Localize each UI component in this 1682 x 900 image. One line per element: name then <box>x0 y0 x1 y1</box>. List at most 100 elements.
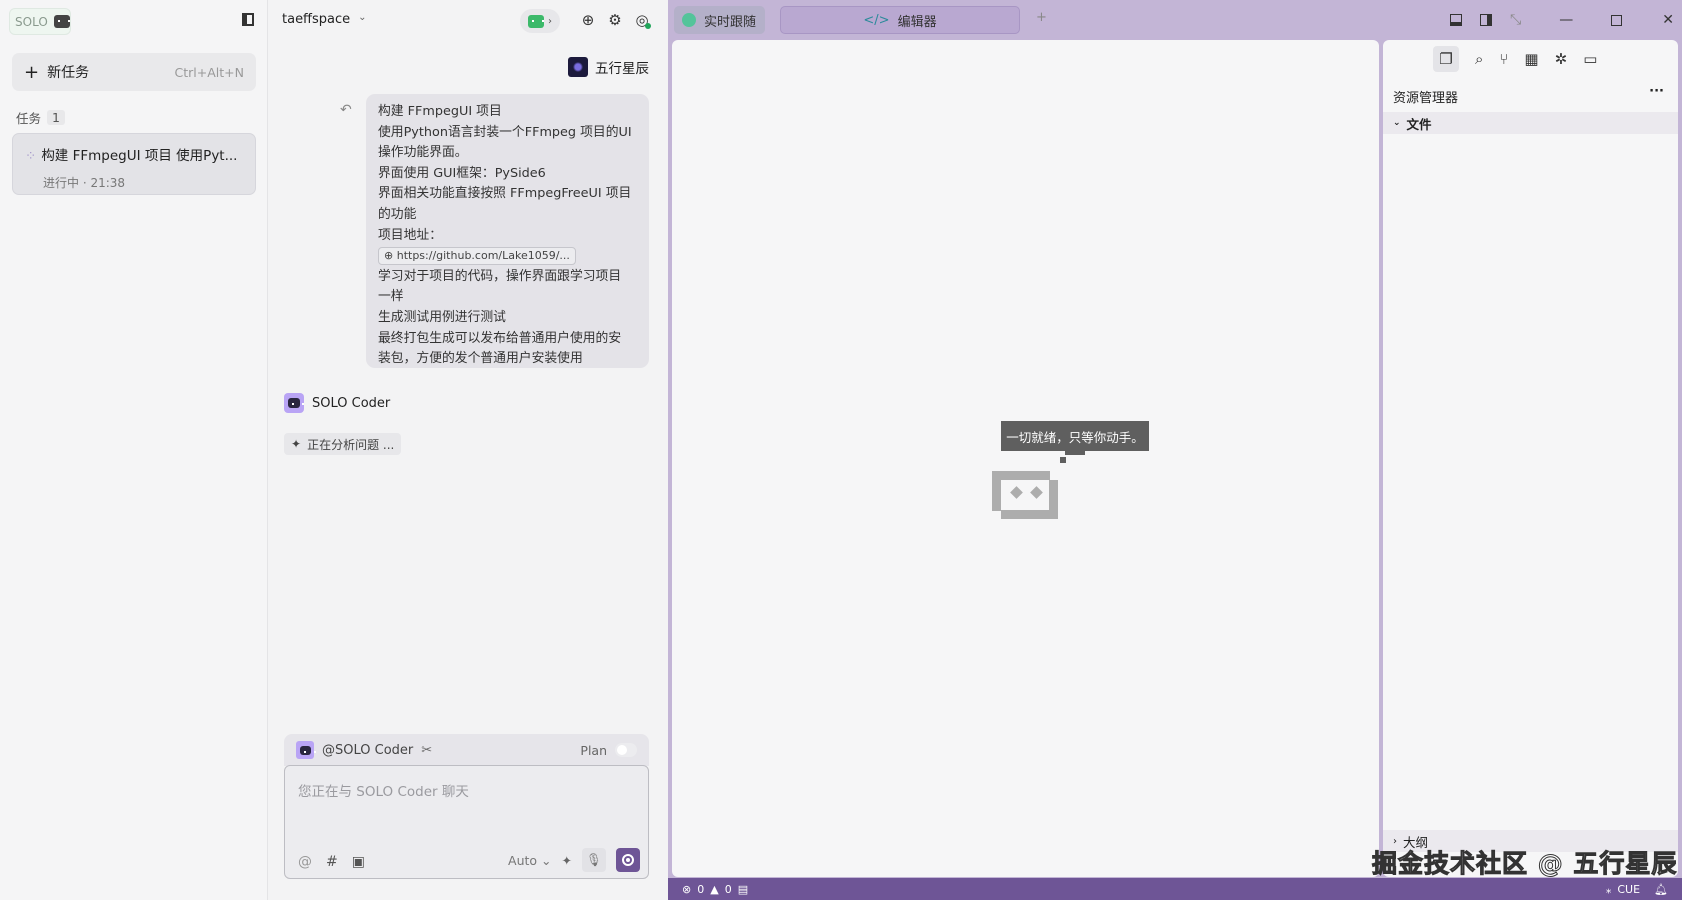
workspace-name: taeffspace <box>282 12 351 27</box>
sidebar: SOLO + 新任务 Ctrl+Alt+N 任务 1 ⁘ 构建 FFmpegUI 项目 … <box>0 0 268 900</box>
source-control-icon[interactable]: ⑂ <box>1499 50 1508 68</box>
globe-icon: ⊕ <box>384 249 397 263</box>
status-bar: ⊗ 0 ▲ 0 ▤ ⁎ CUE 🔔︎ <box>668 878 1682 900</box>
extensions-icon[interactable]: ▦ <box>1524 50 1538 68</box>
tasks-header: 任务 1 <box>16 108 65 127</box>
explorer-title: 资源管理器 <box>1393 91 1459 106</box>
agent-status: 正在分析问题 ... <box>307 437 395 452</box>
warning-icon[interactable]: ▲ <box>710 883 718 896</box>
tools-icon: ✂ <box>421 742 433 758</box>
robot-mascot-icon <box>992 471 1058 519</box>
msg-line: 生成测试用例进行测试 <box>378 309 506 325</box>
msg-line: 的功能 <box>378 206 417 222</box>
follow-icon <box>682 13 696 27</box>
input-placeholder: 您正在与 SOLO Coder 聊天 <box>298 784 469 800</box>
msg-line: 装包，方便的发个普通用户安装使用 <box>378 351 583 367</box>
cue-icon: ⁎ <box>1605 882 1612 896</box>
new-chat-icon[interactable]: ⊕ <box>578 10 598 30</box>
error-icon[interactable]: ⊗ <box>682 883 691 896</box>
maximize-button[interactable] <box>1611 14 1623 26</box>
bot-icon <box>53 15 70 28</box>
spinner-icon: ⁘ <box>25 148 37 164</box>
at-icon[interactable]: @ <box>298 854 312 870</box>
user-message: 构建 FFmpegUI 项目 使用Python语言封装一个FFmpeg 项目的U… <box>366 94 649 368</box>
sparkle-icon: ✦ <box>291 437 302 451</box>
plus-icon: + <box>24 61 40 83</box>
mic-icon[interactable]: 🎙 <box>582 848 606 872</box>
agent-avatar <box>296 741 316 759</box>
close-button[interactable]: ✕ <box>1662 12 1674 28</box>
plan-label: Plan <box>580 742 607 758</box>
logo-text: SOLO <box>15 14 48 29</box>
explorer-panel: ❐ ⌕ ⑂ ▦ ✲ ▭ 资源管理器 ··· ⌄ 文件 › 大纲 <box>1383 40 1678 877</box>
tab-label: 实时跟随 <box>704 14 757 30</box>
agent-mention[interactable]: @SOLO Coder <box>322 743 413 758</box>
chat-panel: taeffspace ⌄ › ⊕ ⚙ ◎ 五行星辰 ↶ 构建 FFmpegUI 项… <box>268 0 668 900</box>
empty-tooltip: 一切就绪，只等你动手。 <box>1001 421 1149 451</box>
msg-line: 界面相关功能直接按照 FFmpegFreeUI 项目 <box>378 186 632 202</box>
chevron-down-icon: ⌄ <box>358 12 367 23</box>
gear-icon[interactable]: ⚙ <box>605 10 625 30</box>
task-status: 进行中 · 21:38 <box>43 176 126 190</box>
section-label: 文件 <box>1406 116 1432 132</box>
msg-line: 一样 <box>378 289 404 305</box>
more-icon[interactable]: ··· <box>1649 84 1664 99</box>
undo-icon[interactable]: ↶ <box>340 102 352 118</box>
error-count: 0 <box>697 882 705 896</box>
panel-right-icon[interactable] <box>1480 14 1492 26</box>
toggle-sidebar-icon[interactable] <box>242 13 254 26</box>
agent-avatar <box>284 393 304 413</box>
user-name: 五行星辰 <box>595 61 649 77</box>
account-icon[interactable]: ◎ <box>632 10 652 30</box>
link-text: https://github.com/Lake1059/... <box>396 249 570 263</box>
terminal-icon[interactable]: ▤ <box>738 883 748 896</box>
plan-toggle[interactable] <box>615 743 637 757</box>
agent-name: SOLO Coder <box>312 395 391 411</box>
bell-icon[interactable]: 🔔︎ <box>1654 883 1668 896</box>
agent-switch-button[interactable]: › <box>520 9 560 33</box>
msg-line: 构建 FFmpegUI 项目 <box>378 104 502 119</box>
agent-header: SOLO Coder <box>284 393 390 413</box>
search-icon[interactable]: ⌕ <box>1475 50 1483 68</box>
repo-link[interactable]: ⊕ https://github.com/Lake1059/... <box>378 247 576 266</box>
shortcut: Ctrl+Alt+N <box>174 64 244 80</box>
image-icon[interactable]: ▣ <box>352 854 365 870</box>
stop-button[interactable] <box>616 848 640 872</box>
warning-count: 0 <box>724 882 732 896</box>
agent-status-chip: ✦ 正在分析问题 ... <box>284 433 402 455</box>
minimize-button[interactable]: — <box>1559 12 1573 28</box>
tab-label: 编辑器 <box>897 14 937 30</box>
msg-line: 学习对于项目的代码，操作界面跟学习项目 <box>378 268 622 284</box>
hash-icon[interactable]: # <box>326 854 338 870</box>
debug-icon[interactable]: ✲ <box>1555 50 1568 68</box>
model-label: Auto <box>508 852 538 868</box>
user-avatar <box>568 57 588 77</box>
add-tab-button[interactable]: + <box>1036 10 1047 25</box>
tab-live-follow[interactable]: 实时跟随 <box>674 6 765 34</box>
user-header: 五行星辰 <box>568 57 649 77</box>
sparkle-icon[interactable]: ✦ <box>562 853 572 868</box>
watermark: 掘金技术社区 @ 五行星辰 <box>1371 849 1678 879</box>
tab-editor[interactable]: </> 编辑器 <box>780 6 1020 34</box>
tasks-label: 任务 <box>16 111 42 126</box>
remote-icon[interactable]: ▭ <box>1583 50 1597 68</box>
collapse-icon[interactable]: ⤡ <box>1510 12 1521 28</box>
msg-line: 最终打包生成可以发布给普通用户使用的安 <box>378 330 622 346</box>
cue-label[interactable]: CUE <box>1617 883 1640 896</box>
panel-bottom-icon[interactable] <box>1450 14 1462 26</box>
workspace-selector[interactable]: taeffspace ⌄ <box>282 12 367 27</box>
new-task-label: 新任务 <box>47 65 90 81</box>
solo-logo[interactable]: SOLO <box>9 8 71 35</box>
chat-input[interactable]: 您正在与 SOLO Coder 聊天 @ # ▣ Auto ⌄ ✦ 🎙 <box>284 765 649 879</box>
input-header: @SOLO Coder ✂ Plan <box>284 734 649 766</box>
chevron-right-icon: › <box>548 15 552 27</box>
files-section[interactable]: ⌄ 文件 <box>1383 112 1678 134</box>
task-item[interactable]: ⁘ 构建 FFmpegUI 项目 使用Pyt... 进行中 · 21:38 <box>12 133 256 195</box>
msg-line: 界面使用 GUI框架：PySide6 <box>378 165 546 181</box>
files-icon[interactable]: ❐ <box>1433 46 1459 72</box>
model-select[interactable]: Auto ⌄ <box>508 853 551 868</box>
bot-icon <box>528 14 544 28</box>
tasks-count: 1 <box>47 110 65 125</box>
new-task-button[interactable]: + 新任务 Ctrl+Alt+N <box>12 53 256 91</box>
chevron-down-icon: ⌄ <box>1393 118 1401 128</box>
